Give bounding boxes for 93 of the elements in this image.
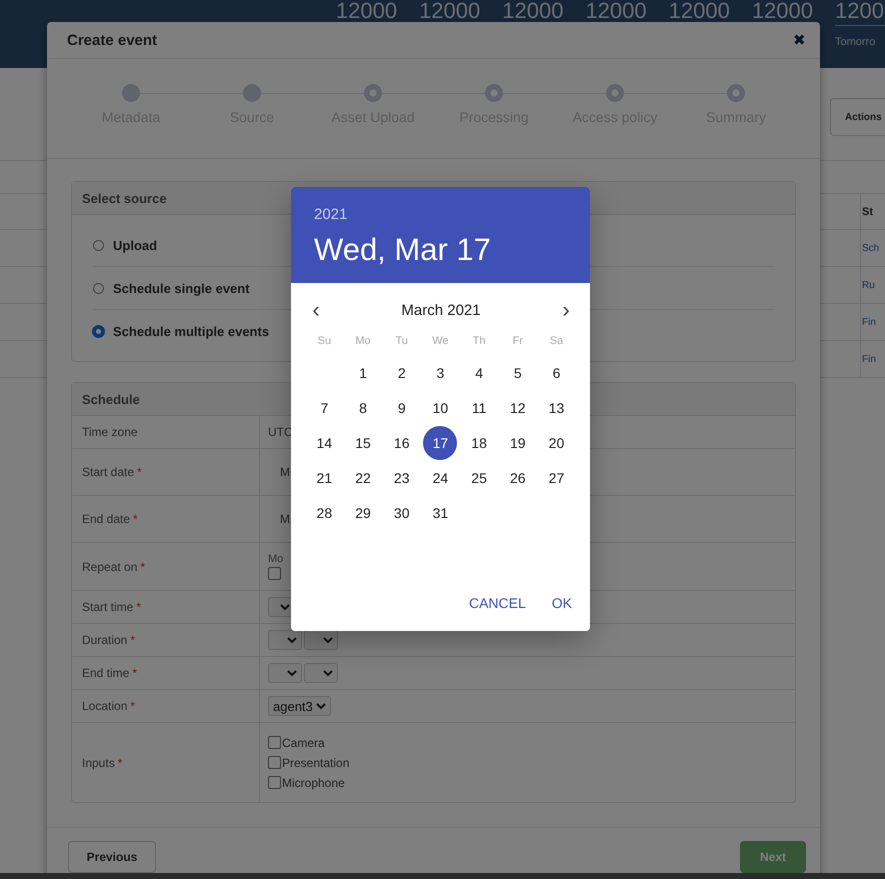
picker-date: Wed, Mar 17: [314, 232, 492, 268]
stat-number: 1200: [835, 0, 885, 26]
day-button[interactable]: 13: [539, 390, 574, 424]
field-label: Duration: [82, 633, 128, 647]
weekday-label: Sa: [548, 334, 564, 349]
day-button[interactable]: 21: [307, 460, 342, 494]
day-button[interactable]: 27: [539, 460, 574, 494]
panel-title: Schedule: [82, 392, 140, 406]
weekday-label: Th: [472, 334, 487, 349]
day-button[interactable]: 16: [384, 426, 419, 460]
input-checkbox[interactable]: Microphone: [268, 776, 350, 790]
date-field[interactable]: M: [280, 465, 290, 479]
required-mark: *: [130, 699, 136, 713]
time-zone-value: UTC: [268, 425, 293, 439]
day-button[interactable]: 18: [462, 426, 496, 460]
required-mark: *: [140, 560, 146, 574]
day-button[interactable]: 10: [423, 390, 458, 424]
stat-number: 12000: [502, 0, 564, 22]
time-select[interactable]: [304, 630, 338, 650]
close-button[interactable]: ✖: [791, 31, 808, 49]
stat-number: 12000: [752, 0, 813, 22]
weekday-label: Mo: [354, 334, 372, 349]
day-button[interactable]: 19: [500, 426, 535, 460]
day-button[interactable]: 15: [346, 426, 380, 460]
input-checkbox[interactable]: Presentation: [268, 756, 350, 770]
field-label: Start time: [82, 600, 134, 614]
day-button[interactable]: 11: [462, 390, 496, 424]
weekday-label: Fr: [512, 334, 524, 349]
day-button[interactable]: 3: [423, 356, 458, 390]
modal-title: Create event: [67, 32, 158, 48]
next-month-button[interactable]: ›: [554, 300, 578, 320]
field-label: Repeat on: [82, 560, 138, 574]
day-button[interactable]: 5: [500, 356, 535, 390]
weekday-label: We: [431, 334, 450, 349]
required-mark: *: [133, 512, 138, 526]
day-button[interactable]: 22: [346, 460, 380, 494]
chevron-down-icon: [287, 670, 297, 676]
day-button[interactable]: 7: [307, 390, 342, 424]
required-mark: *: [132, 666, 138, 680]
required-mark: *: [130, 633, 136, 647]
previous-month-button[interactable]: ‹: [304, 300, 328, 320]
required-mark: *: [136, 600, 142, 614]
day-button[interactable]: 20: [539, 426, 574, 460]
day-button[interactable]: 24: [423, 460, 458, 494]
day-button[interactable]: 30: [384, 496, 419, 530]
weekday-label: Su: [316, 334, 332, 349]
stat-number: 12000: [336, 0, 398, 22]
day-button[interactable]: 12: [500, 390, 535, 424]
day-button[interactable]: 29: [346, 496, 380, 530]
day-button[interactable]: 9: [384, 390, 419, 424]
day-button[interactable]: 26: [500, 460, 535, 494]
day-button[interactable]: 2: [384, 356, 419, 390]
input-checkbox[interactable]: Camera: [268, 736, 350, 750]
required-mark: *: [137, 465, 142, 479]
stat-number: 12000: [585, 0, 647, 22]
dialog-button[interactable]: CANCEL: [458, 589, 536, 617]
field-label: Time zone: [82, 425, 138, 439]
required-mark: *: [118, 756, 122, 770]
chevron-down-icon: [316, 702, 326, 710]
day-button[interactable]: 25: [462, 460, 496, 494]
chevron-down-icon: [323, 636, 333, 644]
field-label: Inputs: [82, 756, 115, 770]
field-label: End date: [82, 512, 130, 526]
column-header: St: [862, 206, 873, 218]
location-select[interactable]: agent3: [268, 696, 331, 716]
day-button[interactable]: 23: [384, 460, 419, 494]
field-label: Location: [82, 699, 128, 713]
chevron-down-icon: [287, 636, 297, 644]
weekday-checkbox[interactable]: [268, 567, 281, 580]
weekday-label: Tu: [394, 334, 409, 349]
stat-number: 12000: [668, 0, 730, 22]
day-button[interactable]: 8: [346, 390, 380, 424]
day-button[interactable]: 17: [423, 426, 458, 460]
day-button[interactable]: 4: [462, 356, 496, 390]
chevron-down-icon: [323, 670, 333, 676]
day-button[interactable]: 1: [346, 356, 380, 390]
date-field[interactable]: M: [280, 512, 290, 526]
stat-number: 12000: [419, 0, 480, 22]
picker-year[interactable]: 2021: [314, 206, 567, 223]
day-button[interactable]: 6: [539, 356, 574, 390]
actions-button[interactable]: Actions: [830, 98, 885, 136]
panel-title: Select source: [82, 190, 167, 206]
chevron-down-icon: [280, 604, 290, 610]
field-label: End time: [82, 666, 130, 680]
day-button[interactable]: 31: [423, 496, 458, 530]
weekday-label: Mo: [268, 553, 284, 565]
month-label: March 2021: [401, 302, 481, 318]
field-label: Start date: [82, 465, 134, 479]
previous-button[interactable]: Previous: [68, 841, 156, 873]
day-button[interactable]: 28: [307, 496, 342, 530]
day-button[interactable]: 14: [307, 426, 342, 460]
dialog-button[interactable]: OK: [542, 589, 582, 617]
stat-caption: Tomorro: [835, 36, 876, 48]
